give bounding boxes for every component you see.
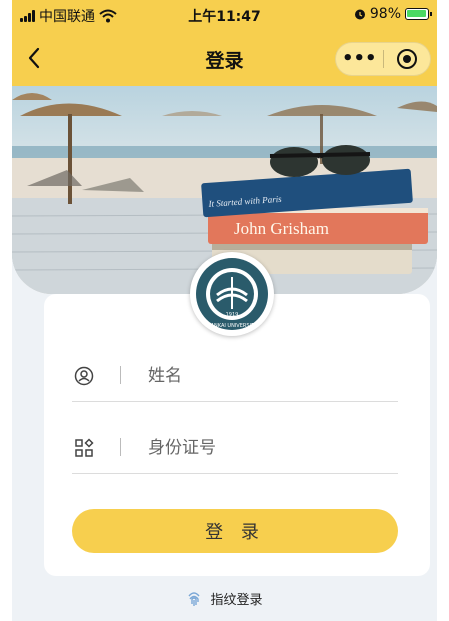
- field-divider: [120, 366, 121, 384]
- more-button[interactable]: •••: [336, 50, 383, 68]
- id-field-row: [72, 422, 398, 474]
- status-right: 98%: [354, 6, 432, 22]
- logo-text: NANKAI UNIVERSITY: [207, 323, 258, 329]
- login-card: 登 录: [44, 294, 430, 576]
- status-bar: 中国联通 上午11:47 98%: [12, 0, 437, 28]
- field-divider: [120, 438, 121, 456]
- user-icon: [72, 364, 96, 388]
- book-title-grisham: John Grisham: [234, 219, 329, 238]
- logo-year: 1919: [226, 312, 239, 318]
- target-icon: [396, 49, 417, 69]
- fingerprint-login-link[interactable]: 指纹登录: [0, 589, 449, 608]
- name-field-row: [72, 350, 398, 402]
- fingerprint-label: 指纹登录: [210, 593, 263, 608]
- id-number-input[interactable]: [148, 432, 388, 464]
- alarm-icon: [354, 9, 365, 20]
- battery-icon: [405, 8, 432, 20]
- close-mini-program-button[interactable]: [383, 49, 430, 69]
- name-input[interactable]: [148, 360, 388, 392]
- battery-fill: [407, 10, 426, 17]
- university-emblem-icon: NANKAI UNIVERSITY 1919: [196, 258, 268, 330]
- fingerprint-icon: [188, 591, 201, 606]
- nav-bar: 登录 •••: [12, 36, 437, 82]
- id-card-icon: [72, 436, 96, 460]
- login-button[interactable]: 登 录: [72, 509, 398, 553]
- mini-program-capsule: •••: [335, 42, 431, 76]
- top-bar: 中国联通 上午11:47 98% 登录 •••: [12, 0, 437, 86]
- university-logo: NANKAI UNIVERSITY 1919: [190, 252, 274, 336]
- battery-label: 98%: [369, 6, 401, 22]
